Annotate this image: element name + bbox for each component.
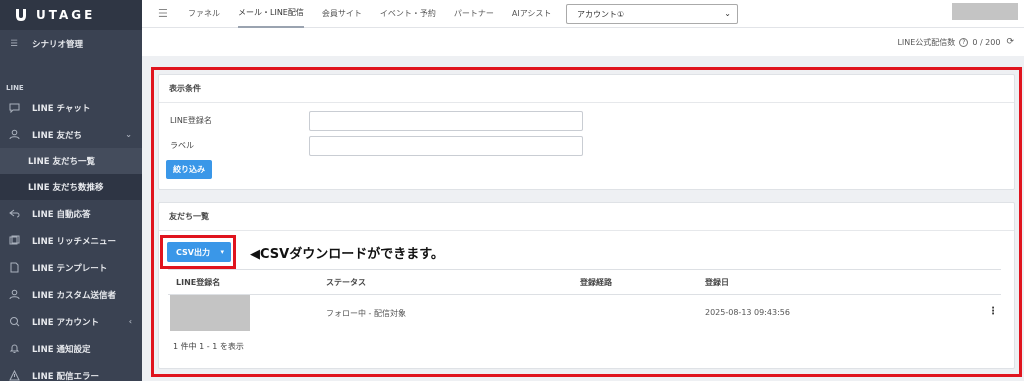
delivery-count-label: LINE公式配信数 bbox=[897, 37, 956, 47]
account-select-value: アカウント① bbox=[577, 9, 625, 19]
sidebar-item-line-chat[interactable]: LINE チャット bbox=[0, 94, 142, 121]
sidebar-item-friends-trend[interactable]: LINE 友だち数推移 bbox=[0, 174, 142, 200]
sidebar-item-rich-menu[interactable]: LINE リッチメニュー bbox=[0, 227, 142, 254]
sidebar-item-line-friends[interactable]: LINE 友だち ⌄ bbox=[0, 121, 142, 148]
bell-icon bbox=[8, 343, 20, 355]
account-select[interactable]: アカウント① ⌄ bbox=[566, 4, 738, 24]
delivery-count-value: 0 / 200 bbox=[972, 37, 1001, 47]
sidebar-item-label: LINE 通知設定 bbox=[32, 344, 91, 355]
top-navigation: ☰ ファネル メール・LINE配信 会員サイト イベント・予約 パートナー AI… bbox=[142, 0, 1024, 28]
tab-partner[interactable]: パートナー bbox=[454, 0, 494, 28]
sidebar-item-label: LINE 友だち bbox=[32, 130, 82, 141]
sidebar-item-label: LINE リッチメニュー bbox=[32, 236, 116, 247]
sidebar-item-label: LINE テンプレート bbox=[32, 263, 108, 274]
chat-icon bbox=[8, 102, 20, 114]
tab-mail-line[interactable]: メール・LINE配信 bbox=[238, 0, 304, 28]
sidebar-item-notification[interactable]: LINE 通知設定 bbox=[0, 335, 142, 362]
utage-logo-icon bbox=[16, 9, 26, 21]
sidebar-item-label: LINE 友だち一覧 bbox=[28, 157, 95, 167]
tab-ai-assist[interactable]: AIアシスト bbox=[512, 0, 552, 28]
sidebar-item-scenario[interactable]: ☰ シナリオ管理 bbox=[0, 30, 142, 58]
sender-icon bbox=[8, 289, 20, 301]
sidebar-item-friends-list[interactable]: LINE 友だち一覧 bbox=[0, 148, 142, 174]
list-icon: ☰ bbox=[10, 39, 18, 49]
sidebar-item-custom-sender[interactable]: LINE カスタム送信者 bbox=[0, 281, 142, 308]
sidebar-item-template[interactable]: LINE テンプレート bbox=[0, 254, 142, 281]
delivery-count-bar: LINE公式配信数 ? 0 / 200 ⟳ bbox=[142, 28, 1024, 56]
tab-funnel[interactable]: ファネル bbox=[188, 0, 220, 28]
refresh-icon[interactable]: ⟳ bbox=[1006, 37, 1014, 47]
sidebar-item-account[interactable]: LINE アカウント ‹ bbox=[0, 308, 142, 335]
chevron-down-icon: ⌄ bbox=[125, 130, 132, 139]
tab-event[interactable]: イベント・予約 bbox=[380, 0, 436, 28]
hamburger-icon[interactable]: ☰ bbox=[158, 7, 172, 20]
user-menu[interactable] bbox=[952, 3, 1018, 20]
sidebar-item-label: LINE チャット bbox=[32, 103, 91, 114]
menu-icon bbox=[8, 235, 20, 247]
template-icon bbox=[8, 262, 20, 274]
chevron-down-icon: ⌄ bbox=[724, 9, 731, 18]
chevron-left-icon: ‹ bbox=[128, 317, 132, 326]
sidebar-item-label: LINE 友だち数推移 bbox=[28, 183, 104, 193]
sidebar-section-line: LINE bbox=[6, 84, 24, 92]
logo[interactable]: UTAGE bbox=[0, 0, 142, 30]
person-icon bbox=[8, 129, 20, 141]
tab-member-site[interactable]: 会員サイト bbox=[322, 0, 362, 28]
sidebar-item-delivery-error[interactable]: LINE 配信エラー bbox=[0, 362, 142, 381]
sidebar: UTAGE ☰ シナリオ管理 LINE LINE チャット LINE 友だち ⌄… bbox=[0, 0, 142, 381]
sidebar-item-label: LINE 自動応答 bbox=[32, 209, 91, 220]
search-icon bbox=[8, 316, 20, 328]
highlight-frame bbox=[151, 67, 1022, 377]
sidebar-item-label: LINE アカウント bbox=[32, 317, 99, 328]
reply-icon bbox=[8, 208, 20, 220]
help-icon[interactable]: ? bbox=[959, 37, 969, 47]
sidebar-item-label: LINE カスタム送信者 bbox=[32, 290, 116, 301]
warning-icon bbox=[8, 370, 20, 381]
sidebar-item-auto-reply[interactable]: LINE 自動応答 bbox=[0, 200, 142, 227]
sidebar-item-label: シナリオ管理 bbox=[32, 40, 84, 50]
sidebar-item-label: LINE 配信エラー bbox=[32, 371, 99, 381]
brand-name: UTAGE bbox=[36, 8, 96, 22]
